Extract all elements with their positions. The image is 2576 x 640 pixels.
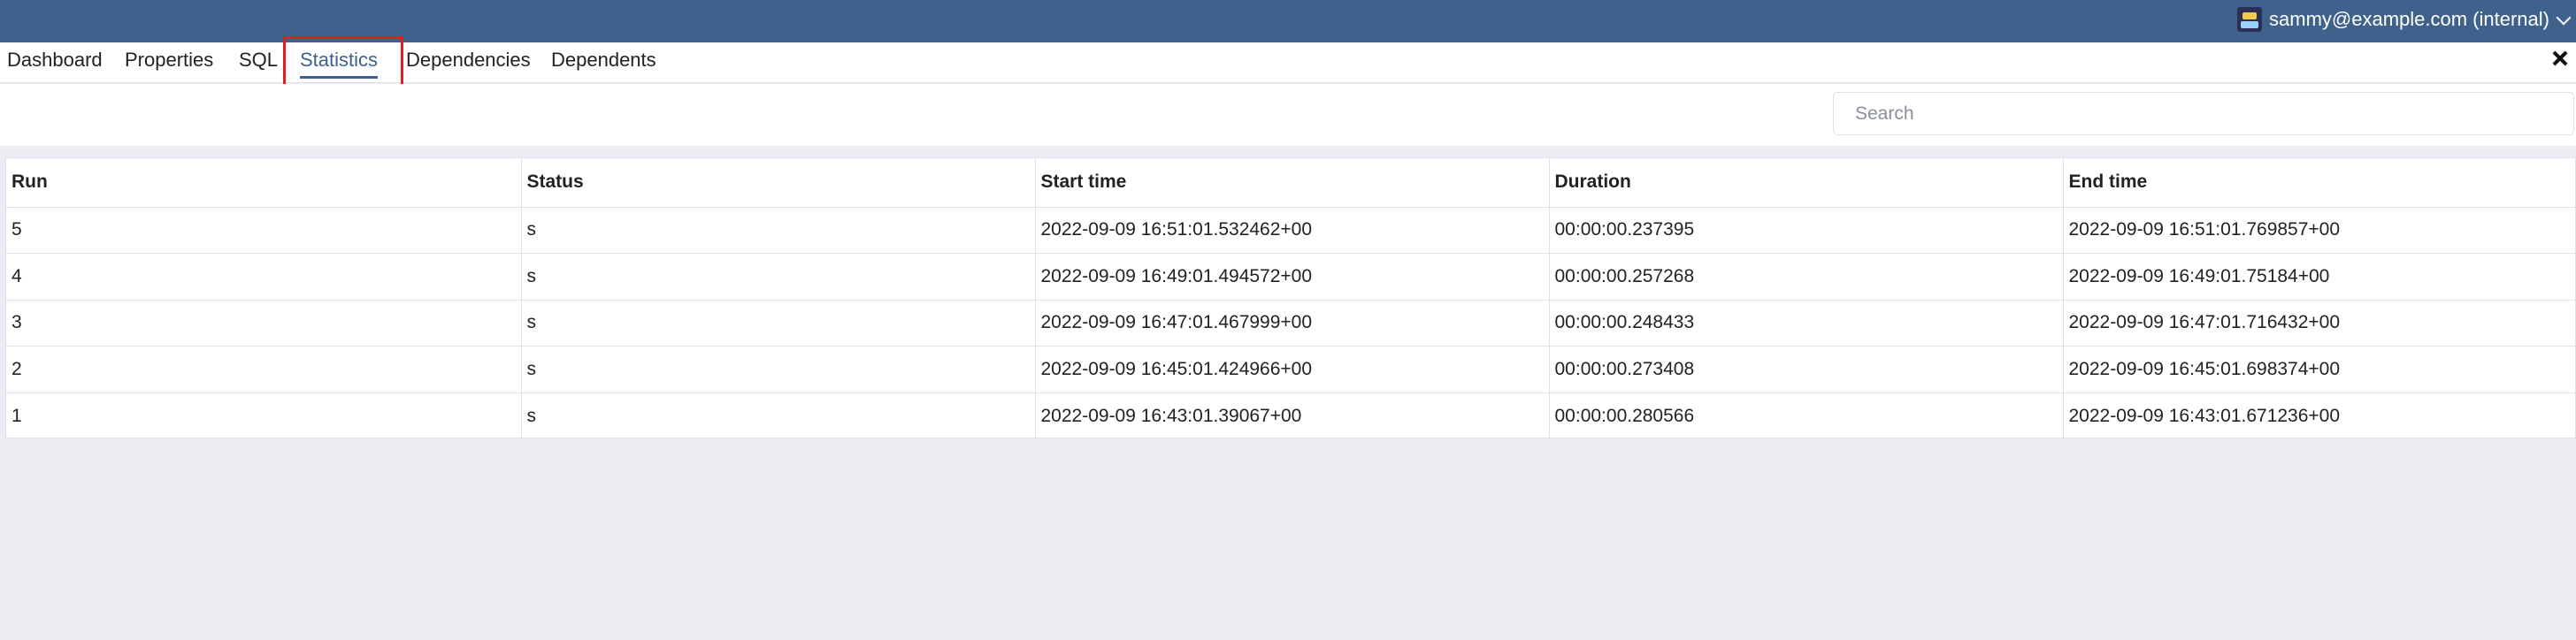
tab-dependents[interactable]: Dependents <box>551 42 656 83</box>
cell-end-time: 2022-09-09 16:47:01.716432+00 <box>2063 300 2576 347</box>
cell-run: 3 <box>6 300 522 347</box>
cell-status: s <box>521 346 1036 393</box>
cell-status: s <box>521 207 1036 255</box>
tab-statistics[interactable]: Statistics <box>300 42 379 83</box>
cell-start-time: 2022-09-09 16:45:01.424966+00 <box>1035 346 1550 393</box>
tab-dashboard[interactable]: Dashboard <box>7 42 103 83</box>
table-row[interactable]: 5 s 2022-09-09 16:51:01.532462+00 00:00:… <box>6 207 2576 255</box>
cell-end-time: 2022-09-09 16:45:01.698374+00 <box>2063 346 2576 393</box>
cell-start-time: 2022-09-09 16:43:01.39067+00 <box>1035 392 1550 439</box>
user-label: sammy@example.com (internal) <box>2269 8 2549 30</box>
cell-run: 4 <box>6 253 522 301</box>
cell-run: 5 <box>6 207 522 255</box>
cell-status: s <box>521 253 1036 301</box>
search-input[interactable] <box>1833 92 2574 135</box>
cell-start-time: 2022-09-09 16:51:01.532462+00 <box>1035 207 1550 255</box>
tab-dependencies[interactable]: Dependencies <box>406 42 531 83</box>
table-row[interactable]: 4 s 2022-09-09 16:49:01.494572+00 00:00:… <box>6 253 2576 301</box>
statistics-table: Run Status Start time Duration End time … <box>6 158 2576 439</box>
table-header-row: Run Status Start time Duration End time <box>6 158 2576 208</box>
cell-duration: 00:00:00.280566 <box>1549 392 2064 439</box>
column-header-start-time[interactable]: Start time <box>1035 158 1550 208</box>
table-row[interactable]: 3 s 2022-09-09 16:47:01.467999+00 00:00:… <box>6 300 2576 347</box>
tab-bar: Dashboard Properties SQL Statistics Depe… <box>0 42 2576 83</box>
column-header-end-time[interactable]: End time <box>2063 158 2576 208</box>
cell-duration: 00:00:00.237395 <box>1549 207 2064 255</box>
cell-status: s <box>521 392 1036 439</box>
chevron-down-icon <box>2556 10 2572 26</box>
column-header-status[interactable]: Status <box>521 158 1036 208</box>
close-icon[interactable] <box>2549 48 2571 69</box>
cell-start-time: 2022-09-09 16:47:01.467999+00 <box>1035 300 1550 347</box>
column-header-duration[interactable]: Duration <box>1549 158 2064 208</box>
cell-duration: 00:00:00.273408 <box>1549 346 2064 393</box>
cell-end-time: 2022-09-09 16:49:01.75184+00 <box>2063 253 2576 301</box>
cell-run: 2 <box>6 346 522 393</box>
cell-status: s <box>521 300 1036 347</box>
cell-end-time: 2022-09-09 16:43:01.671236+00 <box>2068 405 2341 426</box>
tab-sql[interactable]: SQL <box>239 42 278 83</box>
table-row[interactable]: 2 s 2022-09-09 16:45:01.424966+00 00:00:… <box>6 346 2576 393</box>
tab-properties[interactable]: Properties <box>125 42 213 83</box>
cell-start-time: 2022-09-09 16:49:01.494572+00 <box>1035 253 1550 301</box>
statistics-grid: Run Status Start time Duration End time … <box>5 157 2576 439</box>
cell-duration: 00:00:00.257268 <box>1549 253 2064 301</box>
table-row[interactable]: 1 s 2022-09-09 16:43:01.39067+00 00:00:0… <box>6 392 2576 439</box>
top-bar: sammy@example.com (internal) <box>0 0 2576 42</box>
toolbar <box>0 84 2576 146</box>
user-avatar-icon <box>2237 7 2263 32</box>
cell-duration: 00:00:00.248433 <box>1549 300 2064 347</box>
user-menu[interactable]: sammy@example.com (internal) <box>2237 7 2572 32</box>
column-header-run[interactable]: Run <box>6 158 522 208</box>
cell-end-time: 2022-09-09 16:51:01.769857+00 <box>2063 207 2576 255</box>
cell-run: 1 <box>6 392 522 439</box>
